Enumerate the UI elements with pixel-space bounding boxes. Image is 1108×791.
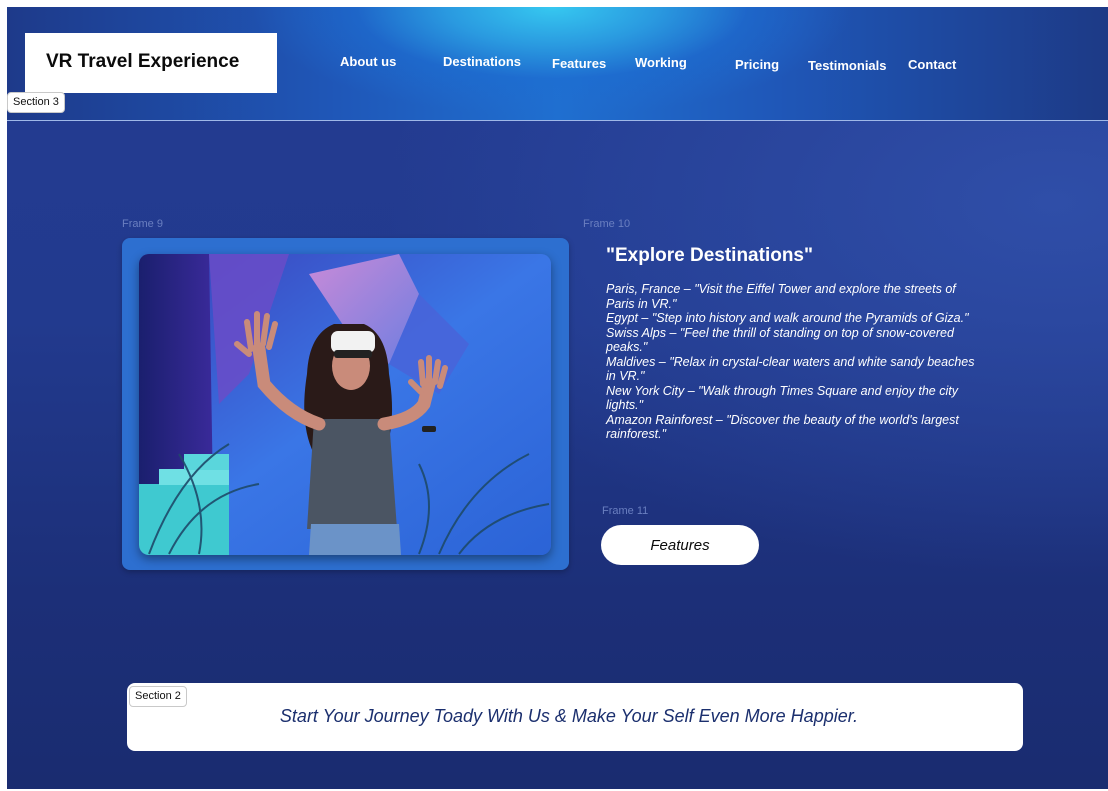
list-item: Amazon Rainforest – "Discover the beauty… bbox=[606, 412, 959, 442]
nav-destinations[interactable]: Destinations bbox=[443, 54, 521, 69]
page-canvas: VR Travel Experience About us Destinatio… bbox=[7, 7, 1108, 789]
features-button[interactable]: Features bbox=[601, 525, 759, 565]
list-item: Paris, France – "Visit the Eiffel Tower … bbox=[606, 282, 956, 311]
logo-text: VR Travel Experience bbox=[46, 51, 240, 72]
cta-text: Start Your Journey Toady With Us & Make … bbox=[279, 706, 859, 726]
explore-destinations-heading: "Explore Destinations" bbox=[606, 245, 814, 266]
list-item: New York City – "Walk through Times Squa… bbox=[606, 383, 958, 413]
vr-woman-photo bbox=[139, 254, 551, 555]
frame-9-label: Frame 9 bbox=[122, 218, 163, 230]
image-card bbox=[122, 238, 569, 570]
section-2-tag[interactable]: Section 2 bbox=[129, 686, 187, 707]
list-item: Maldives – "Relax in crystal-clear water… bbox=[606, 354, 975, 384]
frame-10-label: Frame 10 bbox=[583, 218, 631, 230]
nav-about-us[interactable]: About us bbox=[340, 54, 396, 69]
destinations-list: Paris, France – "Visit the Eiffel Tower … bbox=[606, 282, 986, 442]
nav-working[interactable]: Working bbox=[635, 55, 687, 70]
nav-features[interactable]: Features bbox=[552, 56, 606, 71]
cta-banner: Start Your Journey Toady With Us & Make … bbox=[127, 683, 1023, 751]
site-header: VR Travel Experience About us Destinatio… bbox=[7, 7, 1108, 121]
frame-11-label: Frame 11 bbox=[602, 505, 649, 517]
nav-pricing[interactable]: Pricing bbox=[735, 57, 779, 72]
nav-contact[interactable]: Contact bbox=[908, 57, 956, 72]
list-item: Egypt – "Step into history and walk arou… bbox=[606, 311, 969, 325]
nav-testimonials[interactable]: Testimonials bbox=[808, 58, 887, 73]
list-item: Swiss Alps – "Feel the thrill of standin… bbox=[606, 325, 954, 355]
logo-box[interactable]: VR Travel Experience bbox=[25, 33, 277, 93]
section-3-tag[interactable]: Section 3 bbox=[7, 92, 65, 113]
